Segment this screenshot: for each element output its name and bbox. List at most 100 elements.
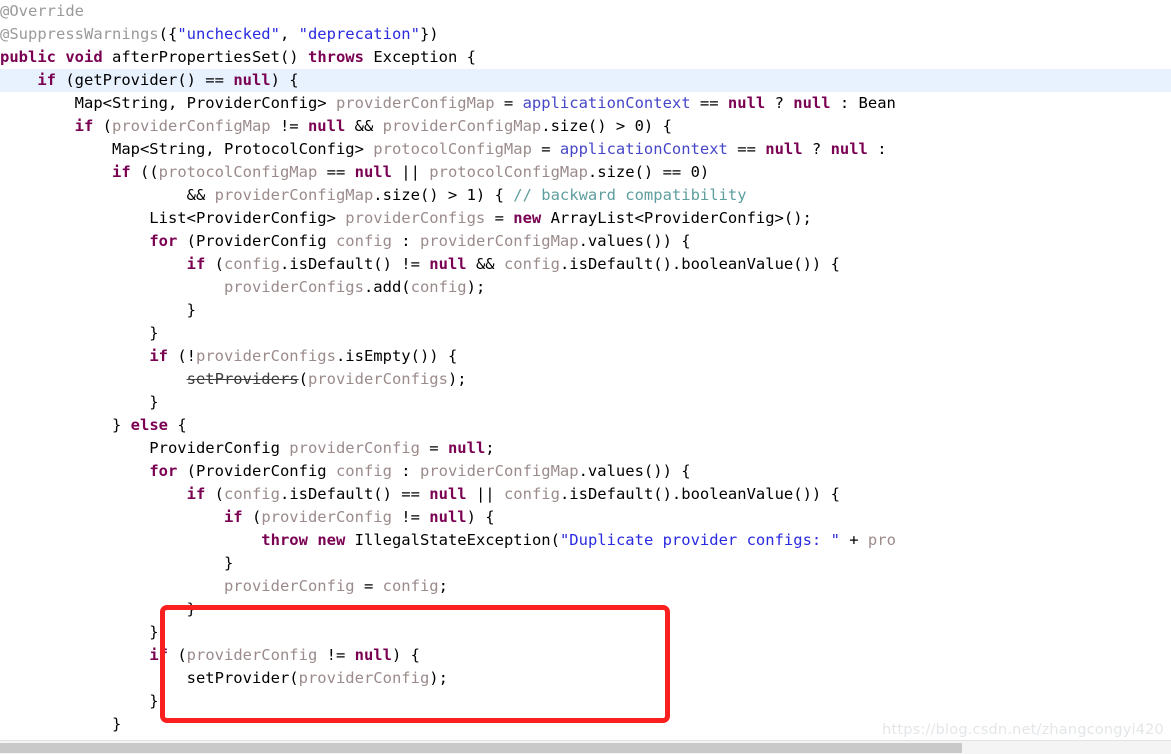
- code-token-plain: .size() > 1) {: [373, 186, 514, 204]
- code-token-plain: (: [205, 485, 224, 503]
- code-token-kw: throws: [307, 48, 364, 66]
- code-token-ident: providerConfigs: [195, 347, 336, 365]
- code-token-kw: if: [37, 71, 56, 89]
- code-token-kw: for: [149, 232, 178, 250]
- code-line[interactable]: Map<String, ProtocolConfig> protocolConf…: [0, 138, 1171, 161]
- code-line[interactable]: if (providerConfig != null) {: [0, 506, 1171, 529]
- code-token-kw: new: [513, 209, 542, 227]
- code-token-plain: ||: [466, 485, 504, 503]
- code-line[interactable]: @Override: [0, 0, 1171, 23]
- code-token-kw: public: [0, 48, 56, 66]
- code-token-plain: : Bean: [830, 94, 896, 112]
- code-token-plain: ==: [727, 140, 766, 158]
- code-line[interactable]: if (config.isDefault() != null && config…: [0, 253, 1171, 276]
- code-token-plain: }: [0, 393, 159, 411]
- code-token-plain: }: [0, 301, 196, 319]
- code-token-plain: );: [447, 370, 467, 388]
- code-line[interactable]: } else {: [0, 414, 1171, 437]
- code-line[interactable]: }: [0, 322, 1171, 345]
- code-line[interactable]: }: [0, 552, 1171, 575]
- code-line[interactable]: }: [0, 621, 1171, 644]
- code-token-plain: ,: [279, 25, 299, 43]
- code-token-plain: +: [839, 531, 868, 549]
- horizontal-scrollbar[interactable]: [0, 740, 1171, 754]
- code-token-ident: providerConfigs: [223, 278, 364, 296]
- horizontal-scrollbar-thumb[interactable]: [0, 743, 962, 753]
- code-token-ident: config: [335, 462, 392, 480]
- code-token-plain: =: [419, 439, 448, 457]
- code-line[interactable]: List<ProviderConfig> providerConfigs = n…: [0, 207, 1171, 230]
- code-token-plain: &&: [0, 186, 215, 204]
- code-line[interactable]: if (providerConfig != null) {: [0, 644, 1171, 667]
- code-token-plain: afterPropertiesSet(): [102, 48, 308, 66]
- code-line[interactable]: if (config.isDefault() == null || config…: [0, 483, 1171, 506]
- code-token-plain: .add(: [363, 278, 411, 296]
- code-token-str: "deprecation": [298, 25, 420, 43]
- code-line[interactable]: Map<String, ProviderConfig> providerConf…: [0, 92, 1171, 115]
- code-token-plain: (ProviderConfig: [177, 232, 336, 250]
- code-line[interactable]: if (providerConfigMap != null && provide…: [0, 115, 1171, 138]
- code-line[interactable]: && providerConfigMap.size() > 1) { // ba…: [0, 184, 1171, 207]
- code-token-ident: config: [503, 255, 560, 273]
- code-line[interactable]: throw new IllegalStateException("Duplica…: [0, 529, 1171, 552]
- code-line[interactable]: setProviders(providerConfigs);: [0, 368, 1171, 391]
- code-token-field: applicationContext: [559, 140, 728, 158]
- code-token-plain: !=: [391, 508, 430, 526]
- code-token-ident: providerConfigs: [345, 209, 486, 227]
- code-token-kw: if: [149, 646, 168, 664]
- code-line[interactable]: providerConfig = config;: [0, 575, 1171, 598]
- code-token-plain: setProvider(: [0, 669, 299, 687]
- code-line[interactable]: for (ProviderConfig config : providerCon…: [0, 230, 1171, 253]
- code-token-plain: (: [242, 508, 262, 526]
- code-token-kw: else: [130, 416, 168, 434]
- code-token-ident: providerConfig: [186, 646, 318, 664]
- code-line[interactable]: if (getProvider() == null) {: [0, 69, 1171, 92]
- code-token-str: "unchecked": [177, 25, 280, 43]
- code-line[interactable]: }: [0, 598, 1171, 621]
- code-token-ident: config: [223, 255, 280, 273]
- code-token-plain: ||: [391, 163, 430, 181]
- code-token-kw: null: [429, 255, 467, 273]
- code-token-plain: .size() > 0) {: [541, 117, 672, 135]
- code-line[interactable]: if (!providerConfigs.isEmpty()) {: [0, 345, 1171, 368]
- code-line[interactable]: }: [0, 299, 1171, 322]
- code-token-ident: providerConfig: [289, 439, 420, 457]
- code-token-ident: providerConfig: [298, 669, 430, 687]
- code-line[interactable]: }: [0, 690, 1171, 713]
- code-line[interactable]: if ((protocolConfigMap == null || protoc…: [0, 161, 1171, 184]
- code-token-plain: .isDefault().booleanValue()) {: [559, 485, 840, 503]
- code-line[interactable]: }: [0, 391, 1171, 414]
- code-editor-viewport[interactable]: @Override @SuppressWarnings({"unchecked",…: [0, 0, 1171, 740]
- code-token-kw: null: [354, 646, 392, 664]
- code-token-kw: null: [793, 94, 831, 112]
- code-token-plain: .isDefault().booleanValue()) {: [559, 255, 840, 273]
- code-line[interactable]: for (ProviderConfig config : providerCon…: [0, 460, 1171, 483]
- code-token-kw: null: [307, 117, 346, 135]
- code-token-kw: null: [727, 94, 766, 112]
- code-token-kw: null: [233, 71, 271, 89]
- code-token-kw: for: [149, 462, 178, 480]
- code-token-plain: (: [205, 255, 224, 273]
- code-token-ident: protocolConfigMap: [158, 163, 318, 181]
- code-line[interactable]: ProviderConfig providerConfig = null;: [0, 437, 1171, 460]
- code-text-area[interactable]: @Override @SuppressWarnings({"unchecked",…: [0, 0, 1171, 740]
- code-token-ident: providerConfigMap: [335, 94, 495, 112]
- code-token-str: "Duplicate provider configs: ": [559, 531, 840, 549]
- code-token-plain: =: [531, 140, 560, 158]
- code-token-ident: config: [382, 577, 439, 595]
- code-line[interactable]: setProvider(providerConfig);: [0, 667, 1171, 690]
- code-line[interactable]: public void afterPropertiesSet() throws …: [0, 46, 1171, 69]
- code-line[interactable]: @SuppressWarnings({"unchecked", "depreca…: [0, 23, 1171, 46]
- code-line[interactable]: providerConfigs.add(config);: [0, 276, 1171, 299]
- code-token-plain: );: [466, 278, 486, 296]
- code-token-comment: // backward compatibility: [513, 186, 747, 204]
